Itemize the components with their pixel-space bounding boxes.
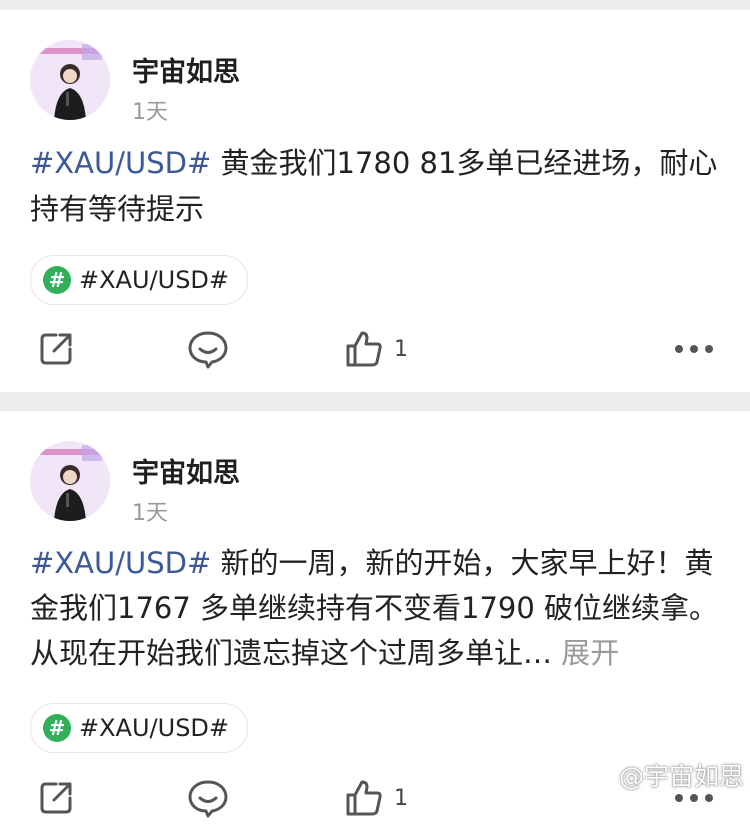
post-content[interactable]: #XAU/USD# 黄金我们1780 81多单已经进场，耐心持有等待提示 [30,140,730,232]
author-name[interactable]: 宇宙如思 [132,50,240,89]
post-card[interactable]: 宇宙如思 1天 #XAU/USD# 黄金我们1780 81多单已经进场，耐心持有… [0,10,750,392]
share-icon [40,782,72,814]
thumbs-up-icon [346,331,382,367]
platform-logo-icon [591,766,610,785]
topic-label: #XAU/USD# [79,266,230,294]
watermark-text: @宇宙如思 [618,762,744,791]
share-icon [40,333,72,365]
hashtag-link[interactable]: #XAU/USD# [30,146,211,180]
post-actions: 1 [0,324,750,374]
comment-button[interactable] [187,773,229,823]
topic-chip[interactable]: # #XAU/USD# [30,703,249,753]
watermark: @宇宙如思 [589,757,744,793]
more-button[interactable] [674,324,714,374]
post-content[interactable]: #XAU/USD# 新的一周，新的开始，大家早上好！黄金我们1767 多单继续持… [30,541,730,676]
avatar-photo [30,441,110,521]
like-button[interactable]: 1 [344,773,408,823]
comment-icon [188,780,228,818]
topic-label: #XAU/USD# [79,714,230,742]
more-icon [675,794,713,802]
post-time: 1天 [132,100,168,125]
topic-hash-icon: # [43,266,71,294]
avatar[interactable] [30,40,110,120]
comment-button[interactable] [187,324,229,374]
like-button[interactable]: 1 [344,324,408,374]
more-icon [675,345,713,353]
expand-link[interactable]: 展开 [552,636,619,670]
avatar-photo [30,40,110,120]
topic-hash-icon: # [43,714,71,742]
post-time: 1天 [132,501,168,526]
avatar[interactable] [30,441,110,521]
share-button[interactable] [36,773,76,823]
like-count: 1 [394,336,408,362]
author-name[interactable]: 宇宙如思 [132,451,240,490]
like-count: 1 [394,785,408,811]
share-button[interactable] [36,324,76,374]
comment-icon [188,331,228,369]
topic-chip[interactable]: # #XAU/USD# [30,255,249,305]
hashtag-link[interactable]: #XAU/USD# [30,546,211,580]
thumbs-up-icon [346,780,382,816]
